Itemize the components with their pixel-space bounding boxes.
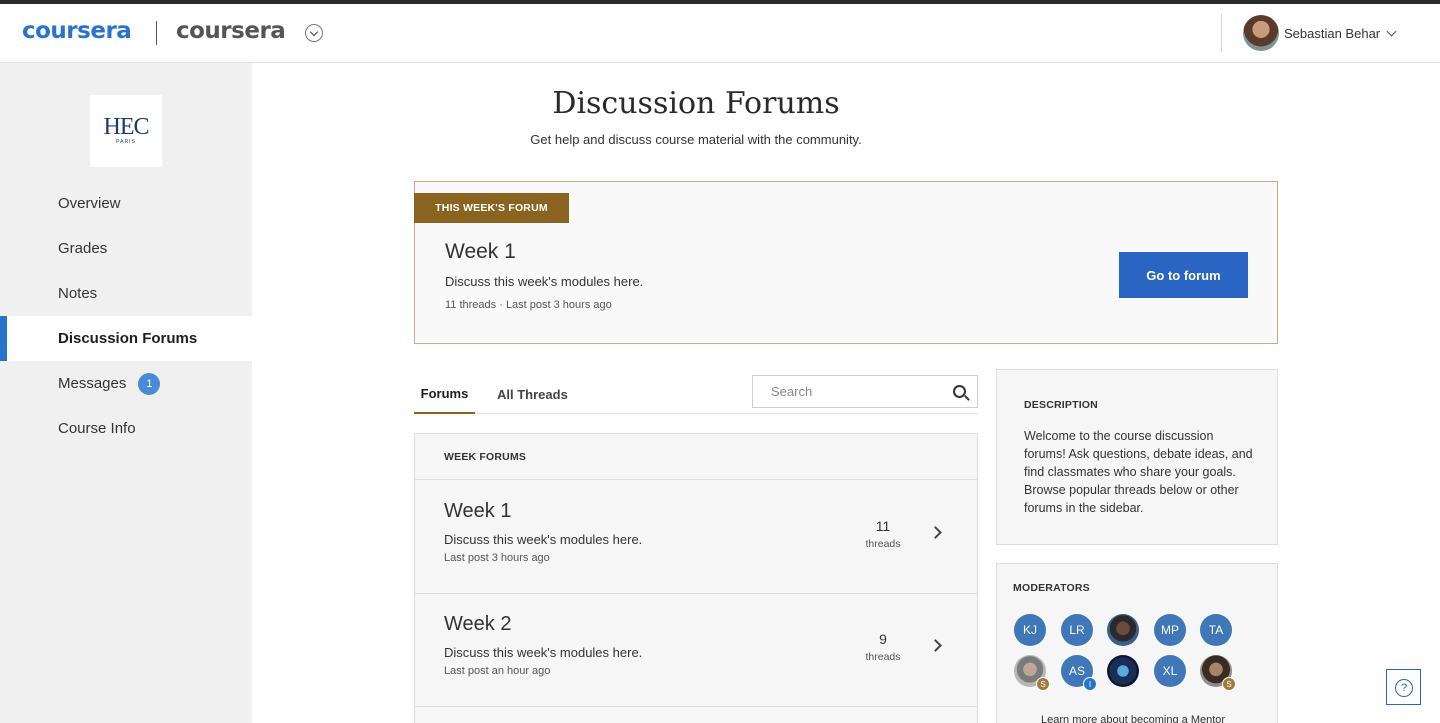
moderator-avatar[interactable]: LR (1061, 614, 1093, 646)
moderator-initials: AS (1068, 664, 1085, 678)
moderator-initials: XL (1162, 664, 1178, 678)
moderator-role-badge: I (1083, 677, 1097, 691)
sidebar-item-notes[interactable]: Notes (0, 271, 252, 316)
partner-logo[interactable]: HEC PARIS (90, 95, 162, 167)
featured-forum-title: Week 1 (445, 240, 516, 263)
moderator-avatar[interactable]: KJ (1014, 614, 1046, 646)
moderator-avatar[interactable]: S (1200, 655, 1236, 691)
chevron-right-icon (929, 639, 942, 652)
help-icon: ? (1395, 679, 1413, 697)
forum-row-week-2[interactable]: Week 2 Discuss this week's modules here.… (415, 593, 977, 707)
this-week-forum-tag: THIS WEEK'S FORUM (414, 193, 569, 223)
forum-last-post: Last post 3 hours ago (444, 552, 550, 564)
tab-forums[interactable]: Forums (414, 374, 475, 414)
search-box (752, 375, 978, 408)
sidebar-item-label: Grades (58, 240, 108, 257)
chevron-down-icon (1386, 26, 1397, 36)
sidebar-item-grades[interactable]: Grades (0, 226, 252, 271)
user-name: Sebastian Behar (1284, 25, 1381, 41)
brand-switch-chevron-down-icon[interactable] (305, 24, 323, 42)
go-to-forum-button[interactable]: Go to forum (1119, 252, 1248, 298)
featured-forum-description: Discuss this week's modules here. (445, 274, 644, 289)
description-heading: DESCRIPTION (1024, 399, 1098, 411)
become-mentor-link[interactable]: Learn more about becoming a Mentor (1041, 714, 1225, 723)
thread-count-label: threads (865, 538, 901, 550)
page-title: Discussion Forums (552, 86, 840, 121)
forum-title: Week 2 (444, 613, 512, 635)
sidebar-item-label: Messages (58, 375, 127, 392)
user-menu[interactable]: Sebastian Behar (1243, 14, 1397, 52)
moderator-initials: MP (1161, 623, 1179, 637)
help-button[interactable]: ? (1386, 669, 1421, 705)
forum-description: Discuss this week's modules here. (444, 532, 643, 547)
sidebar: HEC PARIS Overview Grades Notes Discussi… (0, 63, 252, 723)
description-card: DESCRIPTION Welcome to the course discus… (996, 369, 1278, 545)
moderator-avatar[interactable]: XL (1154, 655, 1186, 687)
moderator-avatar[interactable] (1107, 614, 1139, 646)
this-week-forum-card: THIS WEEK'S FORUM Week 1 Discuss this we… (414, 181, 1278, 344)
sidebar-item-discussion-forums[interactable]: Discussion Forums (0, 316, 252, 361)
search-icon[interactable] (953, 385, 966, 398)
header-divider (1221, 14, 1222, 52)
moderators-heading: MODERATORS (1013, 582, 1090, 594)
moderators-card: MODERATORS KJ LR MP TA S AS I XL S Learn… (996, 563, 1278, 723)
moderator-initials: LR (1069, 623, 1085, 637)
partner-logo-sub: PARIS (116, 139, 136, 145)
search-input[interactable] (753, 376, 943, 407)
moderator-avatar[interactable]: MP (1154, 614, 1186, 646)
thread-count: 9 (879, 631, 887, 647)
moderator-role-badge: S (1036, 677, 1050, 691)
moderator-avatar[interactable]: AS I (1061, 655, 1097, 691)
week-forums-list: WEEK FORUMS Week 1 Discuss this week's m… (414, 433, 978, 723)
unread-count-badge: 1 (138, 372, 161, 395)
sidebar-item-label: Course Info (58, 420, 136, 437)
moderator-avatar[interactable] (1107, 655, 1139, 687)
forum-last-post: Last post an hour ago (444, 665, 551, 677)
moderator-role-badge: S (1222, 677, 1236, 691)
sidebar-item-label: Discussion Forums (58, 330, 198, 347)
description-text: Welcome to the course discussion forums!… (1024, 429, 1253, 515)
sidebar-item-label: Notes (58, 285, 98, 302)
thread-count: 11 (875, 518, 891, 534)
chevron-right-icon (929, 526, 942, 539)
forum-row-week-1[interactable]: Week 1 Discuss this week's modules here.… (415, 480, 977, 594)
thread-count-label: threads (865, 651, 901, 663)
week-forums-heading: WEEK FORUMS (415, 434, 977, 480)
moderator-avatar[interactable]: TA (1200, 614, 1232, 646)
logo-divider (156, 21, 157, 45)
moderator-avatar[interactable]: S (1014, 655, 1050, 691)
coursera-logo[interactable]: coursera (22, 18, 132, 44)
partner-brand-logo[interactable]: coursera (176, 18, 286, 44)
sidebar-item-label: Overview (58, 195, 121, 212)
sidebar-item-overview[interactable]: Overview (0, 181, 252, 226)
sidebar-item-messages[interactable]: Messages 1 (0, 361, 252, 406)
sidebar-item-course-info[interactable]: Course Info (0, 406, 252, 451)
featured-forum-meta: 11 threads · Last post 3 hours ago (445, 299, 612, 311)
tab-all-threads[interactable]: All Threads (497, 374, 568, 414)
forum-description: Discuss this week's modules here. (444, 645, 643, 660)
moderator-initials: TA (1208, 623, 1224, 637)
page-subtitle: Get help and discuss course material wit… (530, 132, 862, 147)
moderator-initials: KJ (1022, 623, 1037, 637)
partner-logo-name: HEC (103, 114, 150, 140)
app-header: coursera coursera Sebastian Behar (0, 4, 1440, 63)
forum-title: Week 1 (444, 500, 512, 522)
avatar (1243, 15, 1279, 51)
